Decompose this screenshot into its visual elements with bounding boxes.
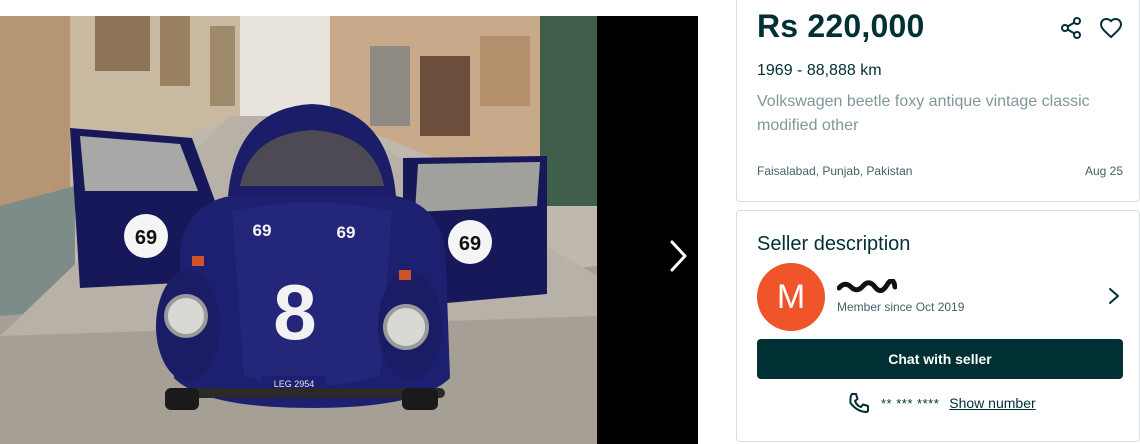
svg-text:LEG 2954: LEG 2954 <box>274 379 315 389</box>
phone-row: ** *** **** Show number <box>847 391 1036 415</box>
svg-text:69: 69 <box>459 233 481 255</box>
seller-heading: Seller description <box>757 233 911 255</box>
svg-text:69: 69 <box>135 227 157 249</box>
heart-icon <box>1099 17 1123 39</box>
listing-photo[interactable]: 69 69 69 69 8 LEG 2954 <box>0 16 597 444</box>
member-since: Member since Oct 2019 <box>837 300 965 314</box>
seller-profile-link[interactable] <box>1103 285 1125 307</box>
phone-icon <box>849 393 869 413</box>
svg-text:69: 69 <box>253 221 272 240</box>
share-button[interactable] <box>1059 16 1083 40</box>
chevron-right-icon <box>1109 288 1119 304</box>
redacted-seller-name <box>837 279 897 293</box>
svg-text:8: 8 <box>273 268 316 356</box>
listing-date: Aug 25 <box>1084 164 1123 178</box>
listing-page: 69 69 69 69 8 LEG 2954 Rs 220,000 1969 -… <box>0 0 1140 444</box>
masked-phone-number: ** *** **** <box>881 395 940 411</box>
chat-with-seller-button[interactable]: Chat with seller <box>757 339 1123 379</box>
svg-text:69: 69 <box>337 223 356 242</box>
listing-price: Rs 220,000 <box>757 8 925 44</box>
chevron-right-icon <box>670 240 687 272</box>
image-gallery: 69 69 69 69 8 LEG 2954 <box>0 16 698 444</box>
share-icon <box>1061 17 1081 39</box>
next-image-button[interactable] <box>660 234 696 278</box>
price-card: Rs 220,000 1969 - 88,888 km Volkswagen b… <box>736 0 1140 202</box>
show-number-link[interactable]: Show number <box>949 395 1035 411</box>
avatar[interactable]: M <box>757 263 825 331</box>
favorite-button[interactable] <box>1099 16 1123 40</box>
seller-card: Seller description M Member since Oct 20… <box>736 210 1140 442</box>
listing-title: Volkswagen beetle foxy antique vintage c… <box>757 93 1090 134</box>
year-mileage: 1969 - 88,888 km <box>757 62 882 79</box>
listing-location: Faisalabad, Punjab, Pakistan <box>757 164 913 178</box>
